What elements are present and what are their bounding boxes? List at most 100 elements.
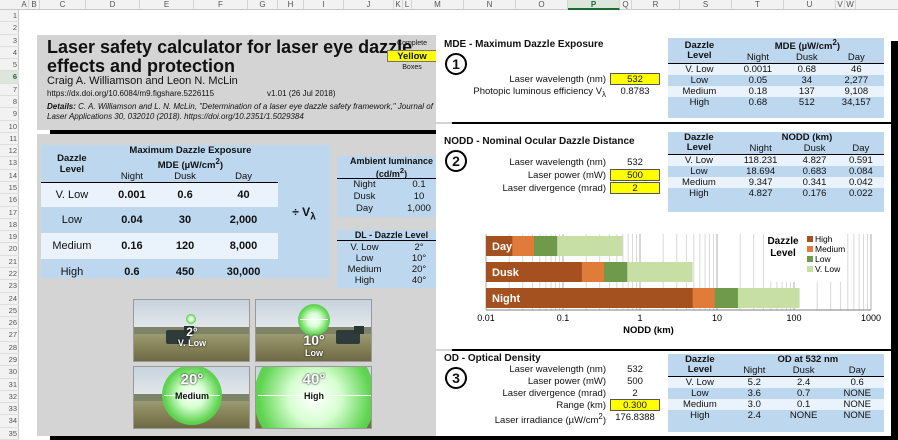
- row-header-12[interactable]: 12: [0, 145, 19, 158]
- row-header-23[interactable]: 23: [0, 280, 19, 293]
- row-header-13[interactable]: 13: [0, 157, 19, 170]
- column-header-d[interactable]: D: [86, 0, 140, 10]
- s2-wavelength-value: 532: [627, 157, 643, 168]
- s2-row-level: High: [689, 188, 709, 199]
- row-header-18[interactable]: 18: [0, 219, 19, 232]
- column-header-t[interactable]: T: [732, 0, 784, 10]
- row-header-5[interactable]: 5: [0, 59, 19, 72]
- s3-power-label: Laser power (mW): [527, 376, 606, 387]
- row-header-30[interactable]: 30: [0, 366, 19, 379]
- spreadsheet-area[interactable]: Laser safety calculator for laser eye da…: [20, 10, 898, 440]
- s3-cell: 3.0: [747, 399, 761, 410]
- row-header-31[interactable]: 31: [0, 379, 19, 391]
- authors: Craig A. Williamson and Leon N. McLin: [47, 75, 238, 87]
- chart-legend-swatch: [807, 266, 813, 272]
- row-header-3[interactable]: 3: [0, 35, 19, 47]
- column-header-o[interactable]: O: [516, 0, 568, 10]
- column-header-a[interactable]: A: [20, 0, 29, 10]
- column-header-g[interactable]: G: [248, 0, 278, 10]
- row-header-14[interactable]: 14: [0, 170, 19, 182]
- row-header-7[interactable]: 7: [0, 84, 19, 96]
- s3-wavelength-value: 532: [627, 364, 643, 375]
- column-header-c[interactable]: C: [40, 0, 86, 10]
- row-header-28[interactable]: 28: [0, 342, 19, 354]
- row-header-1[interactable]: 1: [0, 10, 19, 23]
- s1-row-level: Low: [690, 75, 709, 87]
- column-header-s[interactable]: S: [680, 0, 732, 10]
- mde-cell: 30: [178, 213, 192, 226]
- row-header-32[interactable]: 32: [0, 391, 19, 404]
- row-header-15[interactable]: 15: [0, 182, 19, 195]
- column-header-j[interactable]: J: [344, 0, 394, 10]
- s3-table-title: OD at 532 nm: [777, 354, 839, 365]
- row-header-20[interactable]: 20: [0, 243, 19, 256]
- row-header-4[interactable]: 4: [0, 47, 19, 60]
- column-header-h[interactable]: H: [278, 0, 304, 10]
- s1-cell: 0.68: [748, 97, 768, 109]
- s1-wavelength-input[interactable]: 532: [610, 73, 660, 85]
- row-header-9[interactable]: 9: [0, 108, 19, 121]
- row-header-19[interactable]: 19: [0, 231, 19, 244]
- s3-divergence-label: Laser divergence (mrad): [502, 388, 607, 399]
- chart-legend-entry: Medium: [815, 244, 845, 254]
- column-header-i[interactable]: I: [304, 0, 344, 10]
- chart-legend-swatch: [807, 236, 813, 242]
- chart-tick-label: 10: [712, 313, 722, 323]
- dazzle-photo-low: 10° Low: [255, 299, 372, 362]
- chart-legend-title: Dazzle: [767, 236, 799, 247]
- s3-cell: 2.4: [797, 377, 811, 388]
- row-header-29[interactable]: 29: [0, 354, 19, 367]
- chart-legend-entry: High: [815, 234, 833, 244]
- row-header-25[interactable]: 25: [0, 305, 19, 318]
- s1-mde-table: Dazzle Level MDE (µW/cm2) Night Dusk Day V. …: [668, 38, 884, 108]
- mde-title: Maximum Dazzle Exposure MDE (µW/cm2): [129, 145, 252, 172]
- column-header-w[interactable]: W: [845, 0, 856, 10]
- column-header-r[interactable]: R: [632, 0, 680, 10]
- row-header-10[interactable]: 10: [0, 121, 19, 133]
- column-header-m[interactable]: M: [412, 0, 464, 10]
- row-header-11[interactable]: 11: [0, 133, 19, 146]
- section3-number-badge: 3: [445, 367, 467, 389]
- row-header-35[interactable]: 35: [0, 428, 19, 440]
- column-header-k[interactable]: K: [394, 0, 403, 10]
- row-header-16[interactable]: 16: [0, 194, 19, 207]
- row-header-34[interactable]: 34: [0, 415, 19, 428]
- column-header-b[interactable]: B: [29, 0, 40, 10]
- row-header-2[interactable]: 2: [0, 22, 19, 35]
- boxes-label: Boxes: [402, 64, 422, 71]
- row-header-22[interactable]: 22: [0, 268, 19, 281]
- chart-legend-swatch: [807, 256, 813, 262]
- details-text: Details: C. A. Williamson and L. N. McLi…: [47, 102, 433, 121]
- column-header-u[interactable]: U: [784, 0, 836, 10]
- column-header-f[interactable]: F: [194, 0, 248, 10]
- row-header-33[interactable]: 33: [0, 403, 19, 416]
- column-header-e[interactable]: E: [140, 0, 194, 10]
- s1-cell: 137: [798, 86, 815, 98]
- row-header-24[interactable]: 24: [0, 293, 19, 305]
- row-header-8[interactable]: 8: [0, 96, 19, 109]
- column-header-p[interactable]: P: [568, 0, 620, 10]
- section3-panel: OD - Optical Density 3 Laser wavelength …: [436, 351, 891, 436]
- column-header-v[interactable]: V: [836, 0, 845, 10]
- s2-divergence-input[interactable]: 2: [610, 182, 660, 194]
- ambient-row-name: Dusk: [353, 191, 376, 202]
- header-panel: Laser safety calculator for laser eye da…: [37, 35, 452, 130]
- s1-night-header: Night: [746, 52, 769, 64]
- row-header-26[interactable]: 26: [0, 317, 19, 330]
- s1-row-level: High: [689, 97, 710, 109]
- column-header-n[interactable]: N: [464, 0, 516, 10]
- column-header-l[interactable]: L: [403, 0, 412, 10]
- s2-power-input[interactable]: 500: [610, 169, 660, 181]
- s3-range-input[interactable]: 0.300: [610, 399, 660, 411]
- row-header-27[interactable]: 27: [0, 329, 19, 342]
- photo-angle: 2°: [186, 325, 198, 339]
- row-header-17[interactable]: 17: [0, 207, 19, 219]
- s3-divergence-value: 2: [632, 388, 638, 399]
- s3-col-dazzle-level: Dazzle Level: [668, 354, 732, 377]
- doi-link[interactable]: https://dx.doi.org/10.6084/m9.figshare.5…: [47, 89, 214, 98]
- row-header-6[interactable]: 6: [0, 71, 19, 84]
- s2-row-level: V. Low: [684, 155, 713, 166]
- row-header-21[interactable]: 21: [0, 256, 19, 268]
- column-header-q[interactable]: Q: [620, 0, 632, 10]
- s3-cell: 0.6: [850, 377, 864, 388]
